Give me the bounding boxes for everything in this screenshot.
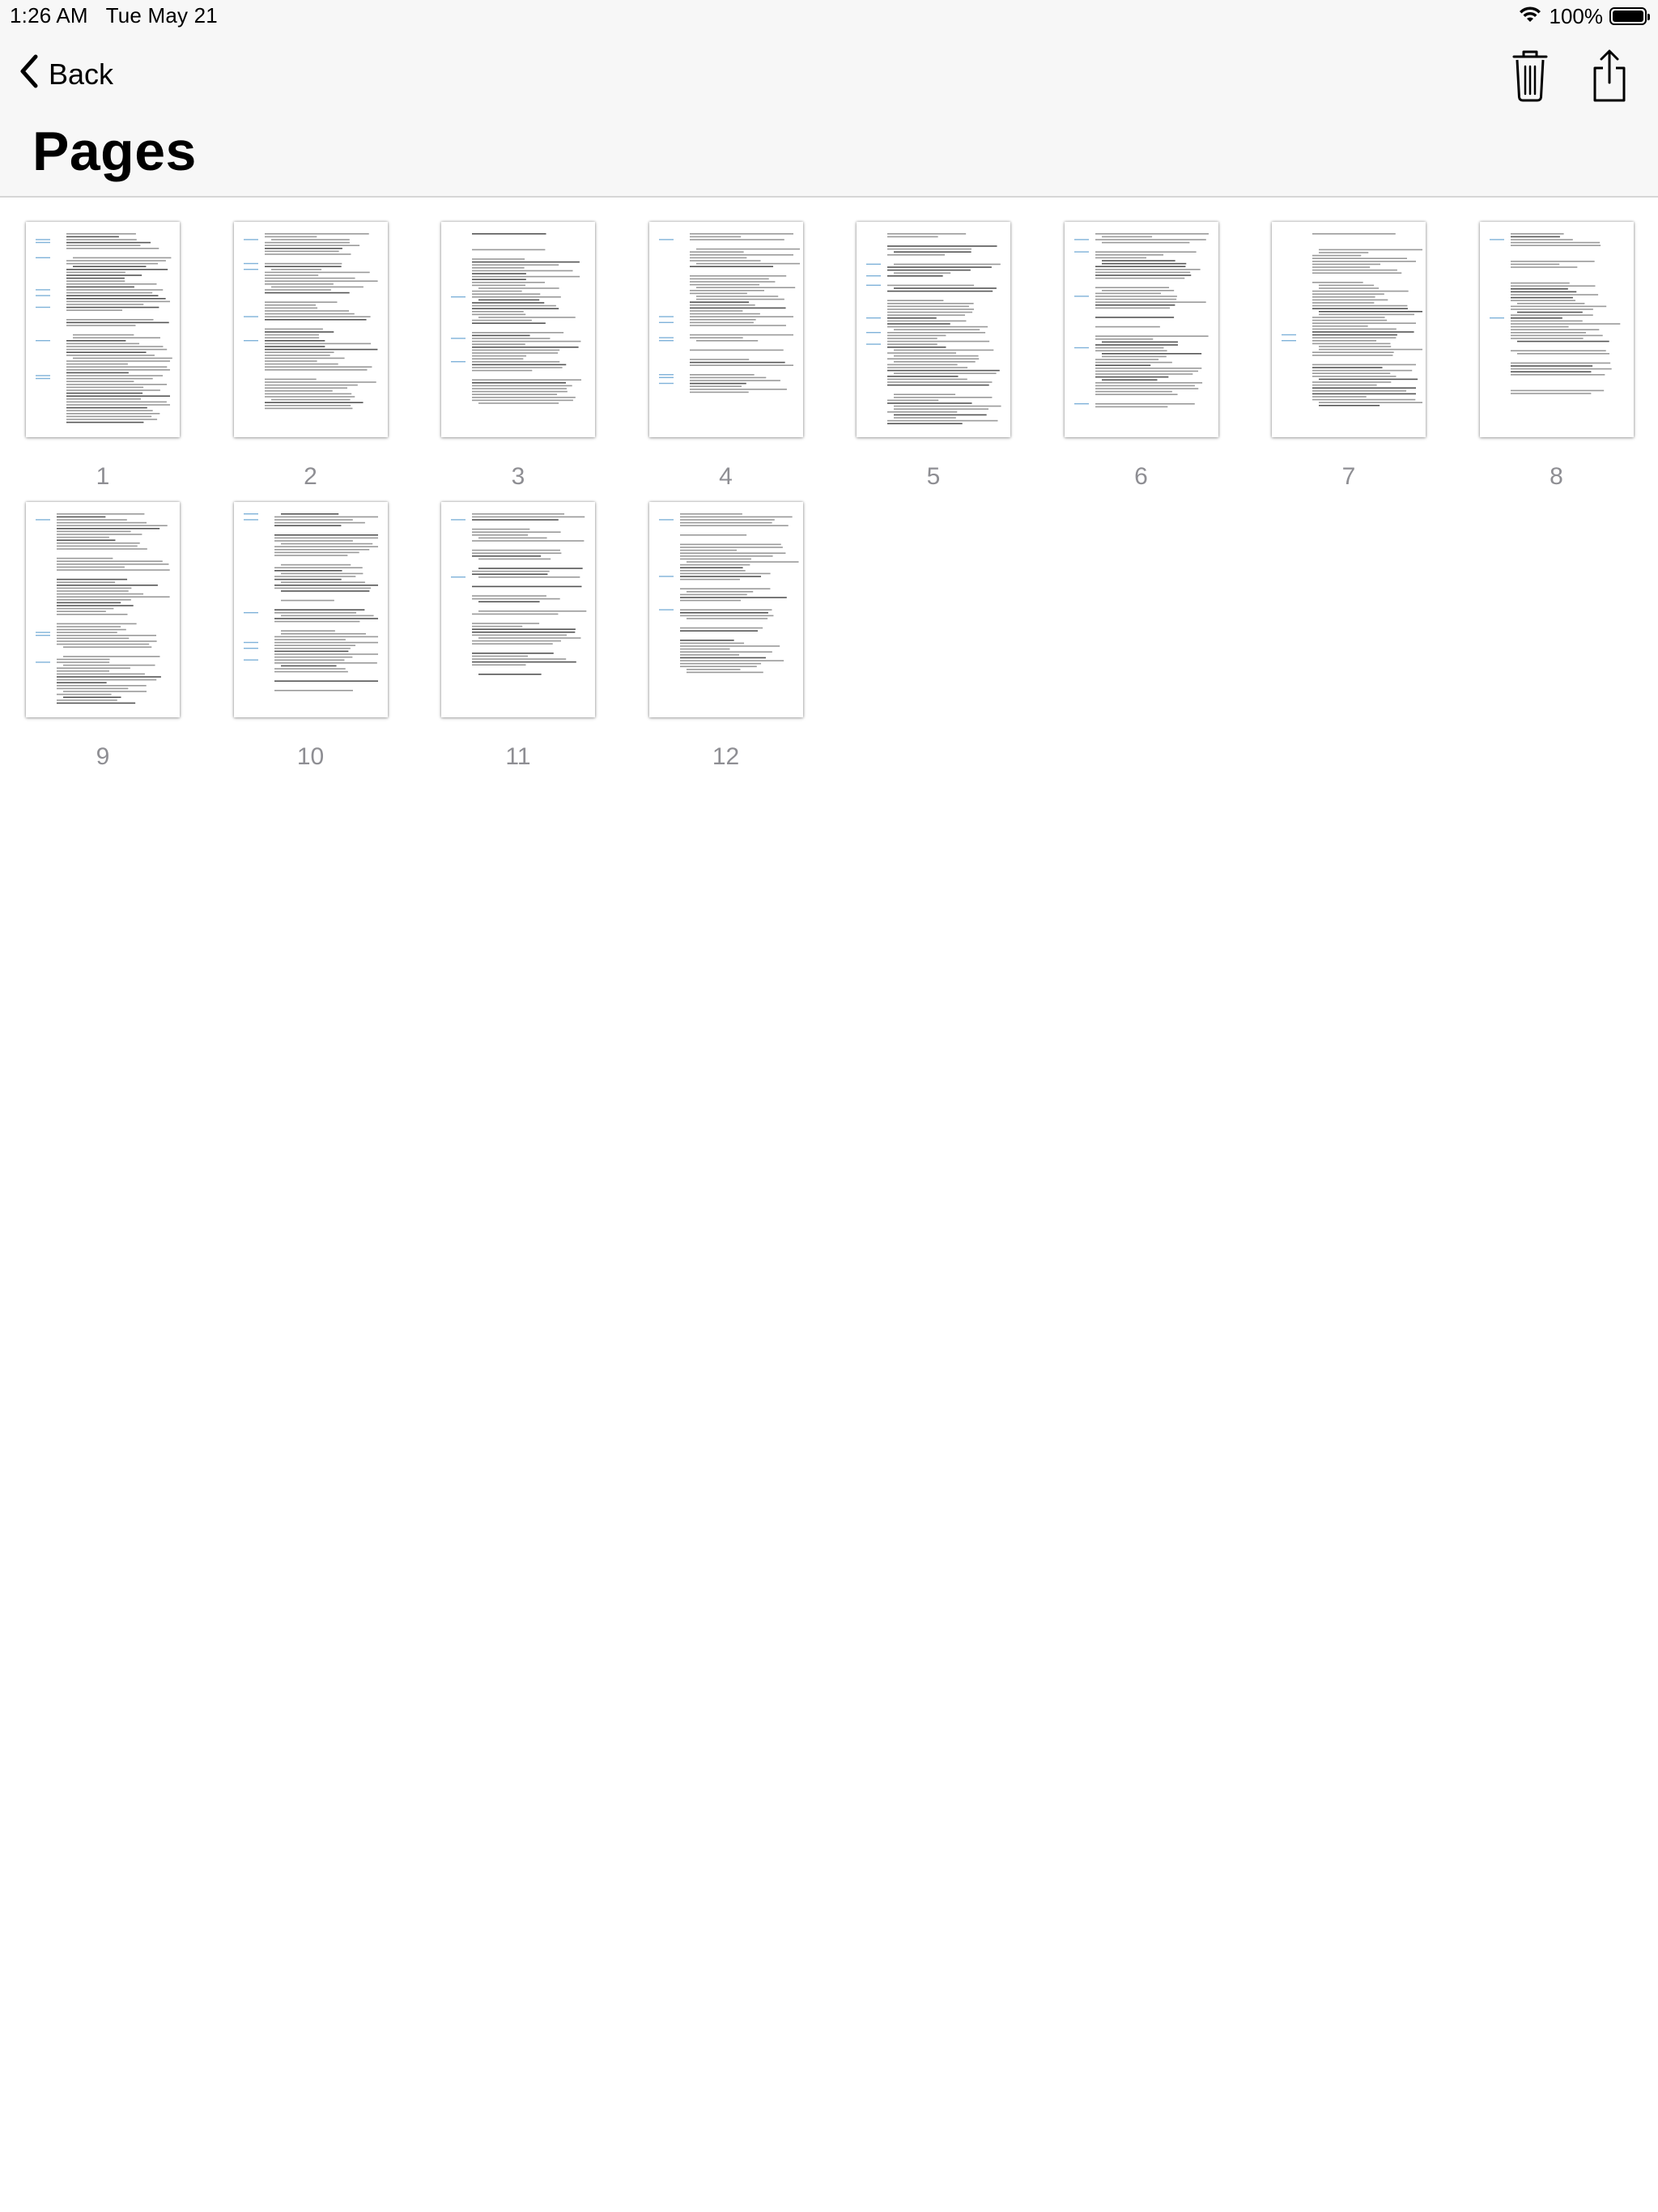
page-preview [441,502,595,717]
page-preview [233,222,388,437]
page-number-label: 3 [511,463,525,490]
navigation-bar: Back Pages [0,32,1658,198]
status-time: 1:26 AM Tue May 21 [10,3,218,28]
page-number-label: 5 [926,463,941,490]
page-preview [1272,222,1426,437]
page-number-label: 7 [1341,463,1356,490]
page-preview [233,502,388,717]
page-preview [1479,222,1634,437]
page-preview [648,502,803,717]
page-number-label: 11 [505,743,531,770]
page-preview [26,502,180,717]
wifi-icon [1517,4,1543,29]
page-preview [648,222,803,437]
battery-percent: 100% [1549,3,1604,28]
status-date: Tue May 21 [105,3,218,28]
page-number-label: 8 [1550,463,1563,490]
battery-icon [1609,7,1650,25]
page-number-label: 10 [296,743,325,770]
share-button[interactable] [1585,47,1634,104]
page-preview [26,222,180,437]
page-preview [441,222,595,437]
chevron-left-icon [18,53,40,96]
trash-icon [1506,50,1554,107]
page-number-label: 12 [712,743,740,770]
status-bar: 1:26 AM Tue May 21 100% [0,0,1658,32]
page-number-label: 4 [719,463,733,490]
page-preview [857,222,1010,437]
back-label: Back [49,57,114,91]
page-number-label: 1 [96,463,110,490]
status-indicators: 100% [1517,3,1650,29]
delete-button[interactable] [1506,47,1554,104]
page-number-label: 9 [96,743,110,770]
page-preview [1064,222,1218,437]
share-icon [1585,49,1634,107]
back-button[interactable]: Back [18,50,113,99]
page-title: Pages [32,121,197,182]
page-number-label: 6 [1134,463,1148,490]
status-clock: 1:26 AM [10,3,88,28]
page-number-label: 2 [304,463,317,490]
